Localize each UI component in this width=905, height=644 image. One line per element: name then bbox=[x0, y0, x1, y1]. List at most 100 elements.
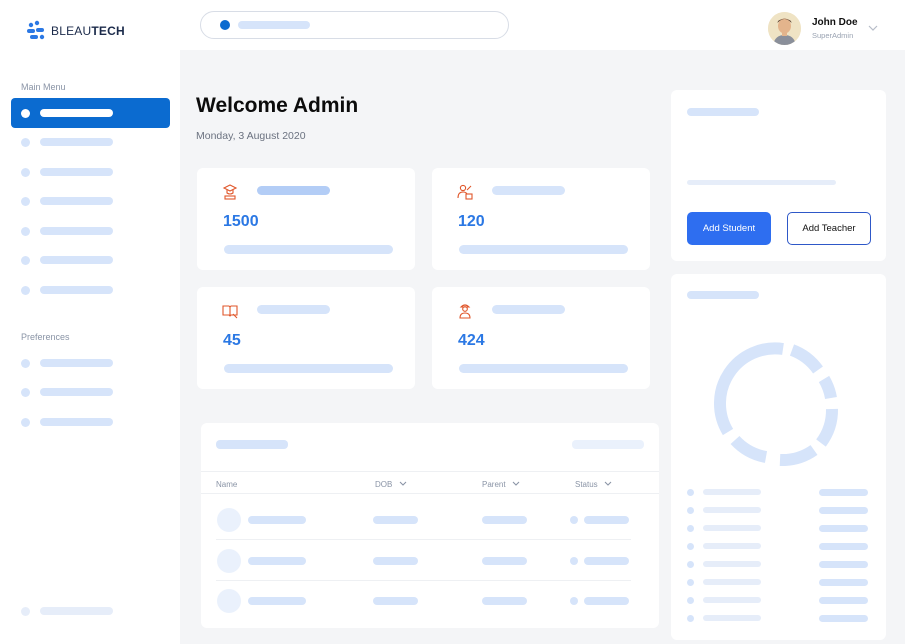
stat-footer-placeholder bbox=[459, 245, 628, 254]
user-photo-icon bbox=[768, 12, 801, 45]
legend-dot-icon bbox=[687, 525, 694, 532]
legend-value-placeholder bbox=[819, 543, 868, 550]
legend-value-placeholder bbox=[819, 579, 868, 586]
search-input[interactable] bbox=[200, 11, 509, 39]
legend-label-placeholder bbox=[703, 489, 761, 495]
sidebar-item-2[interactable] bbox=[11, 127, 170, 157]
status-placeholder bbox=[584, 516, 629, 524]
nav-label-placeholder bbox=[40, 286, 113, 294]
preferences-item-3[interactable] bbox=[11, 407, 170, 437]
staff-icon bbox=[459, 304, 471, 319]
card-title-placeholder bbox=[687, 291, 759, 299]
legend-dot-icon bbox=[687, 507, 694, 514]
donut-segment bbox=[730, 435, 768, 463]
page-title: Welcome Admin bbox=[196, 94, 359, 117]
book-icon bbox=[222, 305, 238, 319]
profile-menu[interactable]: John Doe SuperAdmin bbox=[768, 12, 878, 45]
stat-card-staff[interactable]: 424 bbox=[432, 287, 650, 389]
sidebar-item-5[interactable] bbox=[11, 216, 170, 246]
legend-dot-icon bbox=[687, 579, 694, 586]
status-dot-icon bbox=[570, 516, 578, 524]
search-icon bbox=[220, 20, 230, 30]
sidebar-item-4[interactable] bbox=[11, 186, 170, 216]
column-header-status[interactable]: Status bbox=[575, 480, 612, 489]
dob-placeholder bbox=[373, 597, 418, 605]
nav-dot-icon bbox=[21, 137, 30, 147]
main-menu-label: Main Menu bbox=[21, 82, 66, 92]
column-header-parent[interactable]: Parent bbox=[482, 480, 520, 489]
nav-dot-icon bbox=[21, 226, 30, 236]
add-teacher-button[interactable]: Add Teacher bbox=[787, 212, 871, 245]
stat-label-placeholder bbox=[257, 186, 330, 195]
column-header-dob[interactable]: DOB bbox=[375, 480, 407, 489]
legend-dot-icon bbox=[687, 543, 694, 550]
stat-card-students[interactable]: 1500 bbox=[197, 168, 415, 270]
nav-label-placeholder bbox=[40, 388, 113, 396]
preferences-item-2[interactable] bbox=[11, 377, 170, 407]
column-header-name[interactable]: Name bbox=[216, 480, 237, 489]
avatar[interactable] bbox=[768, 12, 801, 45]
nav-label-placeholder bbox=[40, 418, 113, 426]
legend-value-placeholder bbox=[819, 525, 868, 532]
legend-label-placeholder bbox=[703, 561, 761, 567]
divider bbox=[201, 471, 659, 472]
stat-card-courses[interactable]: 45 bbox=[197, 287, 415, 389]
stat-footer-placeholder bbox=[224, 245, 393, 254]
table-title-placeholder bbox=[216, 440, 288, 449]
teacher-icon bbox=[457, 184, 473, 200]
stat-footer-placeholder bbox=[459, 364, 628, 373]
stat-label-placeholder bbox=[492, 305, 565, 314]
stat-label-placeholder bbox=[492, 186, 565, 195]
stat-value: 424 bbox=[458, 332, 485, 349]
nav-label-placeholder bbox=[40, 359, 113, 367]
status-dot-icon bbox=[570, 557, 578, 565]
page-date: Monday, 3 August 2020 bbox=[196, 130, 306, 142]
sidebar-item-1[interactable] bbox=[11, 98, 170, 128]
divider bbox=[201, 493, 659, 494]
logo[interactable]: BLEAUTECH bbox=[25, 20, 125, 42]
divider bbox=[216, 539, 631, 540]
legend-dot-icon bbox=[687, 615, 694, 622]
user-avatar-icon bbox=[217, 549, 241, 573]
legend-value-placeholder bbox=[819, 615, 868, 622]
preferences-item-1[interactable] bbox=[11, 348, 170, 378]
graduate-icon bbox=[222, 184, 238, 200]
preferences-label: Preferences bbox=[21, 332, 70, 342]
legend-label-placeholder bbox=[703, 615, 761, 621]
stat-card-teachers[interactable]: 120 bbox=[432, 168, 650, 270]
stat-value: 1500 bbox=[223, 213, 259, 230]
donut-segment bbox=[713, 342, 784, 436]
donut-segment bbox=[816, 408, 838, 447]
nav-dot-icon bbox=[21, 417, 30, 427]
sidebar-item-6[interactable] bbox=[11, 245, 170, 275]
chevron-down-icon[interactable] bbox=[868, 24, 878, 34]
search-placeholder bbox=[238, 21, 310, 29]
nav-dot-icon bbox=[21, 606, 30, 616]
logo-text: BLEAUTECH bbox=[51, 24, 125, 38]
topbar: John Doe SuperAdmin bbox=[180, 0, 905, 50]
donut-chart[interactable] bbox=[708, 342, 850, 466]
dob-placeholder bbox=[373, 516, 418, 524]
user-avatar-icon bbox=[217, 508, 241, 532]
legend-label-placeholder bbox=[703, 579, 761, 585]
sidebar-item-7[interactable] bbox=[11, 275, 170, 305]
dob-placeholder bbox=[373, 557, 418, 565]
students-table-card: Name DOB Parent Status bbox=[201, 423, 659, 628]
nav-label-placeholder bbox=[40, 109, 113, 117]
parent-placeholder bbox=[482, 557, 527, 565]
table-action-placeholder[interactable] bbox=[572, 440, 644, 449]
nav-label-placeholder bbox=[40, 227, 113, 235]
add-student-button[interactable]: Add Student bbox=[687, 212, 771, 245]
legend-value-placeholder bbox=[819, 561, 868, 568]
sidebar-bottom-item[interactable] bbox=[11, 596, 170, 626]
user-avatar-icon bbox=[217, 589, 241, 613]
legend-value-placeholder bbox=[819, 489, 868, 496]
nav-dot-icon bbox=[21, 285, 30, 295]
sidebar-item-3[interactable] bbox=[11, 157, 170, 187]
legend-dot-icon bbox=[687, 489, 694, 496]
status-placeholder bbox=[584, 557, 629, 565]
logo-icon bbox=[27, 20, 45, 40]
sidebar: BLEAUTECH Main Menu Preferences bbox=[0, 0, 180, 644]
summary-chart-card bbox=[671, 274, 886, 640]
nav-dot-icon bbox=[21, 358, 30, 368]
